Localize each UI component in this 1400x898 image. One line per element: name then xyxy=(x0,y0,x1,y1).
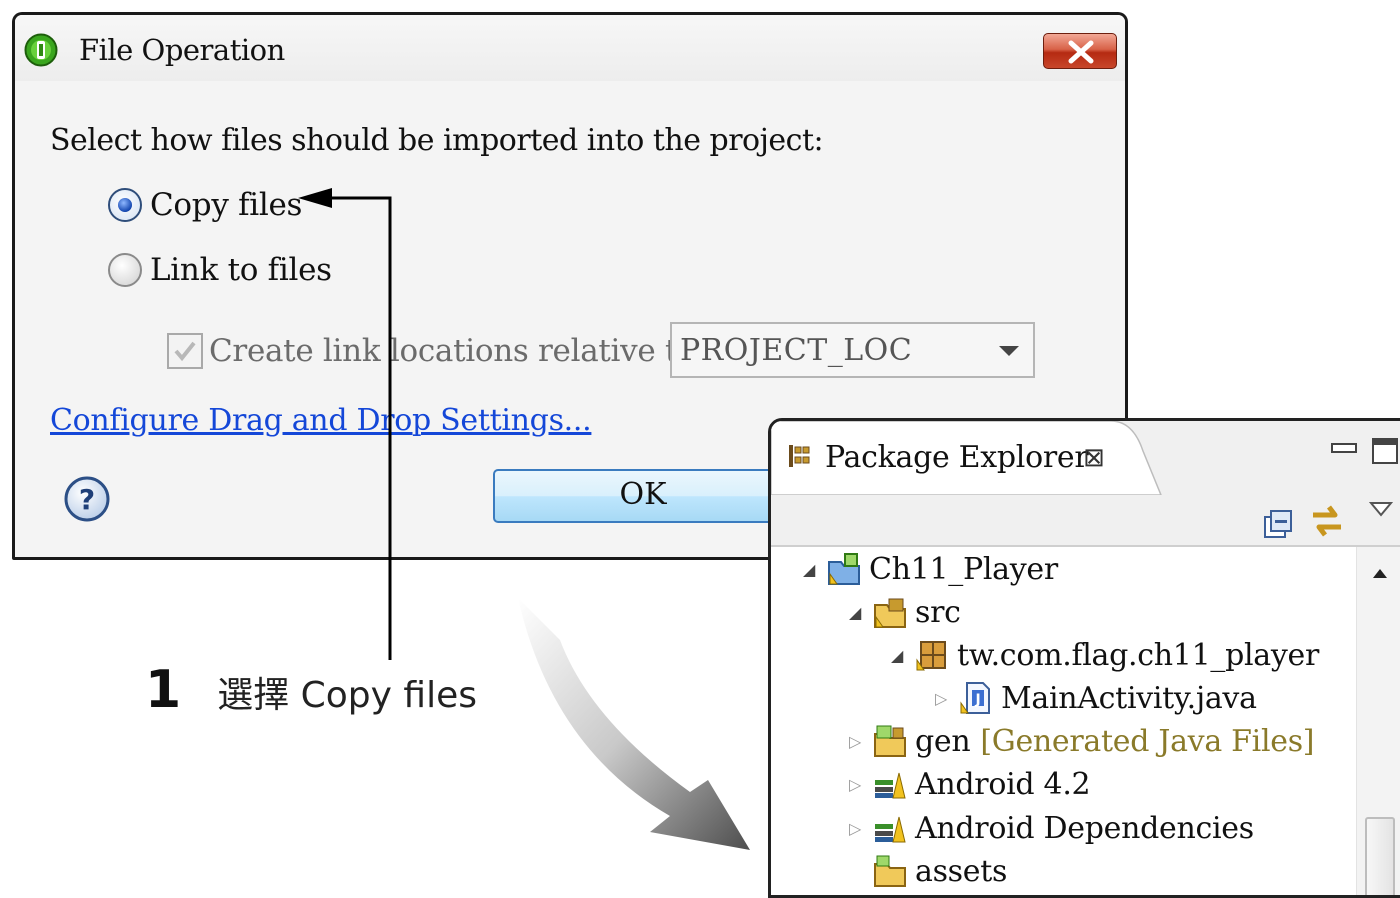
annotation-callout: 1 選擇 Copy files xyxy=(145,660,477,720)
scroll-up-icon[interactable] xyxy=(1371,567,1389,579)
collapsed-icon[interactable]: ▷ xyxy=(845,732,865,751)
link-with-editor-icon[interactable] xyxy=(1307,501,1347,541)
view-menu-icon[interactable] xyxy=(1369,501,1393,519)
vertical-scrollbar[interactable] xyxy=(1356,547,1400,895)
tree-item-label: gen xyxy=(915,723,971,759)
callout-arrowhead xyxy=(298,188,332,208)
tree-item-ch11-player[interactable]: ◢ Ch11_Player xyxy=(799,548,1058,590)
svg-text:J: J xyxy=(975,692,981,708)
expanded-icon[interactable]: ◢ xyxy=(845,603,865,622)
tree-item-gen[interactable]: ▷ gen [Generated Java Files] xyxy=(845,720,1315,762)
curved-arrow xyxy=(518,598,750,850)
android-project-icon xyxy=(828,553,860,585)
gen-folder-icon xyxy=(874,725,906,757)
tree-item-package[interactable]: ◢ tw.com.flag.ch11_player xyxy=(887,634,1319,676)
expanded-icon[interactable]: ◢ xyxy=(799,560,819,579)
tree-item-label: tw.com.flag.ch11_player xyxy=(957,637,1320,673)
expanded-icon[interactable]: ◢ xyxy=(887,646,907,665)
collapsed-icon[interactable]: ▷ xyxy=(931,689,951,708)
maximize-icon[interactable] xyxy=(1371,437,1399,465)
tree-item-label: MainActivity.java xyxy=(1001,680,1257,716)
package-icon xyxy=(916,641,946,671)
package-explorer-view: Package Explorer ⊠ ◢ Ch11_Player ◢ src ◢… xyxy=(768,418,1400,898)
annotation-text: 選擇 Copy files xyxy=(217,675,477,716)
library-icon xyxy=(875,816,906,843)
folder-icon xyxy=(874,855,906,887)
annotation-number: 1 xyxy=(145,660,182,720)
tree-item-src[interactable]: ◢ src xyxy=(845,591,961,633)
package-explorer-icon xyxy=(789,445,810,467)
tree-item-android-dependencies[interactable]: ▷ Android Dependencies xyxy=(845,807,1254,849)
scroll-thumb[interactable] xyxy=(1365,817,1395,895)
collapse-all-icon[interactable] xyxy=(1263,509,1293,539)
package-explorer-tab[interactable]: Package Explorer xyxy=(825,440,1089,475)
tree-item-decoration: [Generated Java Files] xyxy=(980,723,1315,759)
collapsed-icon[interactable]: ▷ xyxy=(845,819,865,838)
callout-line xyxy=(330,196,392,660)
tree-item-label: Android 4.2 xyxy=(915,766,1091,802)
source-folder-icon xyxy=(874,598,906,628)
tree-item-android-42[interactable]: ▷ Android 4.2 xyxy=(845,763,1091,805)
tree-item-assets[interactable]: assets xyxy=(873,850,1007,892)
tree-item-label: Ch11_Player xyxy=(869,551,1058,587)
tree-item-mainactivity[interactable]: ▷ J MainActivity.java xyxy=(931,677,1257,719)
minimize-icon[interactable] xyxy=(1331,441,1357,455)
tree-item-label: Android Dependencies xyxy=(915,810,1254,846)
java-file-icon: J xyxy=(960,682,990,714)
tree-item-label: assets xyxy=(915,853,1008,889)
tab-close-icon[interactable]: ⊠ xyxy=(1083,443,1105,473)
view-toolbar xyxy=(771,495,1400,547)
library-icon xyxy=(875,772,906,799)
collapsed-icon[interactable]: ▷ xyxy=(845,775,865,794)
tree-item-label: src xyxy=(915,594,961,630)
